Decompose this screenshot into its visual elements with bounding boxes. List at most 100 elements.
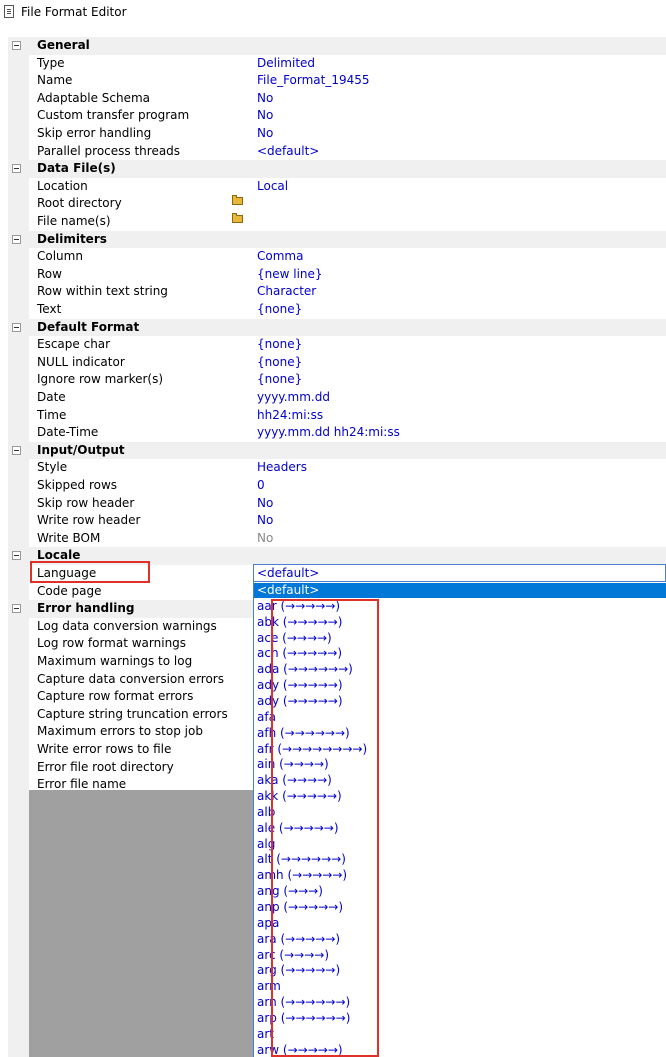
- property-value[interactable]: {none}: [257, 302, 302, 317]
- property-value[interactable]: {none}: [257, 337, 302, 352]
- collapse-icon[interactable]: [12, 164, 21, 174]
- property-root-directory[interactable]: Root directory: [8, 195, 666, 213]
- property-name: Adaptable Schema: [37, 90, 151, 105]
- property-location[interactable]: Location Local: [8, 178, 666, 196]
- property-name: Write row header: [37, 513, 141, 528]
- property-value[interactable]: File_Format_19455: [257, 73, 370, 88]
- property-value[interactable]: No: [257, 513, 273, 528]
- property-custom-transfer-program[interactable]: Custom transfer program No: [8, 107, 666, 125]
- property-text[interactable]: Text {none}: [8, 301, 666, 319]
- section-label: Data File(s): [37, 161, 116, 176]
- property-row[interactable]: Row {new line}: [8, 266, 666, 284]
- property-date-time[interactable]: Date-Time yyyy.mm.dd hh24:mi:ss: [8, 424, 666, 442]
- property-date[interactable]: Date yyyy.mm.dd: [8, 389, 666, 407]
- property-type[interactable]: Type Delimited: [8, 55, 666, 73]
- property-value[interactable]: hh24:mi:ss: [257, 408, 323, 423]
- property-name: Write BOM: [37, 530, 101, 545]
- empty-grid-area: [29, 790, 253, 1057]
- property-name: Capture string truncation errors: [37, 706, 228, 721]
- language-highlight-box: [30, 561, 150, 583]
- property-name: Type: [37, 55, 65, 70]
- language-dropdown-value: <default>: [257, 566, 320, 580]
- collapse-icon[interactable]: [12, 41, 21, 50]
- property-name: Capture data conversion errors: [37, 671, 224, 686]
- property-parallel-process-threads[interactable]: Parallel process threads <default>: [8, 143, 666, 161]
- title-bar: File Format Editor: [0, 0, 666, 26]
- property-value[interactable]: Delimited: [257, 56, 315, 71]
- property-value[interactable]: No: [257, 126, 273, 141]
- property-name: Maximum warnings to log: [37, 654, 193, 668]
- property-skip-row-header[interactable]: Skip row header No: [8, 495, 666, 513]
- section-delimiters[interactable]: Delimiters: [8, 230, 666, 249]
- property-style[interactable]: Style Headers: [8, 459, 666, 477]
- property-name: File name(s): [37, 214, 111, 228]
- section-default-format[interactable]: Default Format: [8, 318, 666, 337]
- section-label: Input/Output: [37, 442, 125, 457]
- collapse-icon[interactable]: [12, 551, 21, 561]
- language-option[interactable]: <default>: [254, 583, 666, 598]
- property-value[interactable]: Character: [257, 284, 316, 299]
- property-value[interactable]: No: [257, 531, 273, 546]
- property-write-row-header[interactable]: Write row header No: [8, 512, 666, 530]
- property-name: Row within text string: [37, 284, 168, 299]
- collapse-icon[interactable]: [12, 234, 21, 244]
- section-data-file-s[interactable]: Data File(s): [8, 160, 666, 178]
- property-name: Text: [37, 302, 62, 316]
- section-label: Delimiters: [37, 231, 107, 246]
- property-skipped-rows[interactable]: Skipped rows 0: [8, 477, 666, 495]
- window-title: File Format Editor: [21, 5, 127, 19]
- property-value[interactable]: Local: [257, 179, 288, 194]
- property-name: NULL indicator: [37, 354, 125, 369]
- property-escape-char[interactable]: Escape char {none}: [8, 336, 666, 354]
- section-input-output[interactable]: Input/Output: [8, 441, 666, 460]
- property-name: Date-Time: [37, 425, 99, 440]
- property-name[interactable]: Name File_Format_19455: [8, 72, 666, 90]
- property-name: Ignore row marker(s): [37, 372, 164, 387]
- property-time[interactable]: Time hh24:mi:ss: [8, 407, 666, 425]
- property-value[interactable]: No: [257, 496, 273, 511]
- property-value[interactable]: {none}: [257, 355, 302, 370]
- property-name: Time: [37, 407, 67, 422]
- collapse-icon[interactable]: [12, 445, 21, 455]
- section-label: Error handling: [37, 601, 135, 616]
- collapse-icon[interactable]: [12, 322, 21, 332]
- property-file-name-s[interactable]: File name(s): [8, 213, 666, 231]
- property-column[interactable]: Column Comma: [8, 248, 666, 266]
- property-null-indicator[interactable]: NULL indicator {none}: [8, 354, 666, 372]
- property-value[interactable]: Headers: [257, 460, 307, 475]
- property-value[interactable]: Comma: [257, 249, 303, 264]
- property-name: Custom transfer program: [37, 108, 190, 123]
- property-name: Log row format warnings: [37, 636, 187, 651]
- property-name: Skip error handling: [37, 126, 152, 140]
- document-icon: [4, 5, 14, 18]
- property-name: Location: [37, 178, 88, 193]
- property-value[interactable]: {none}: [257, 372, 302, 387]
- property-adaptable-schema[interactable]: Adaptable Schema No: [8, 90, 666, 108]
- property-value[interactable]: <default>: [257, 144, 319, 159]
- section-general[interactable]: General: [8, 37, 666, 55]
- property-skip-error-handling[interactable]: Skip error handling No: [8, 125, 666, 143]
- property-name: Root directory: [37, 196, 122, 211]
- property-value[interactable]: No: [257, 108, 273, 123]
- language-option-label: <default>: [257, 583, 320, 597]
- property-name: Log data conversion warnings: [37, 618, 217, 633]
- property-name: Skipped rows: [37, 478, 118, 492]
- property-value[interactable]: 0: [257, 478, 265, 493]
- property-ignore-row-marker-s[interactable]: Ignore row marker(s) {none}: [8, 371, 666, 389]
- property-name: Write error rows to file: [37, 742, 172, 756]
- property-name: Row: [37, 266, 62, 281]
- property-value[interactable]: yyyy.mm.dd hh24:mi:ss: [257, 425, 400, 440]
- section-label: General: [37, 38, 90, 52]
- property-name: Column: [37, 249, 83, 264]
- property-write-bom[interactable]: Write BOM No: [8, 530, 666, 548]
- property-row-within-text-string[interactable]: Row within text string Character: [8, 283, 666, 301]
- language-dropdown-field[interactable]: <default>: [253, 564, 666, 582]
- property-value[interactable]: No: [257, 91, 273, 106]
- property-value[interactable]: {new line}: [257, 267, 323, 282]
- property-value[interactable]: yyyy.mm.dd: [257, 390, 330, 405]
- property-name: Maximum errors to stop job: [37, 724, 203, 739]
- property-name: Skip row header: [37, 495, 135, 510]
- folder-open-icon[interactable]: [232, 195, 243, 206]
- folder-open-icon[interactable]: [232, 213, 243, 223]
- collapse-icon[interactable]: [12, 604, 21, 614]
